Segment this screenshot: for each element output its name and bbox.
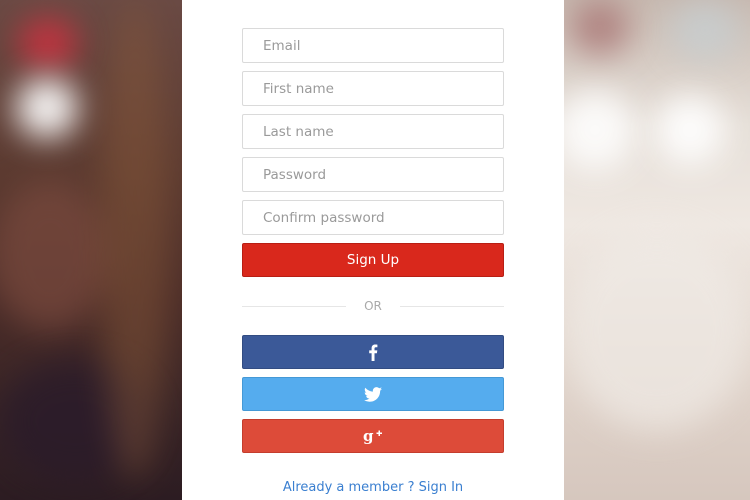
or-text: OR — [364, 299, 382, 313]
facebook-icon — [368, 344, 378, 361]
twitter-icon — [364, 386, 382, 402]
last-name-field[interactable] — [242, 114, 504, 149]
sign-up-button[interactable]: Sign Up — [242, 243, 504, 277]
twitter-signup-button[interactable] — [242, 377, 504, 411]
svg-text:g: g — [363, 428, 374, 444]
facebook-signup-button[interactable] — [242, 335, 504, 369]
bokeh-white-right — [555, 90, 635, 170]
bokeh-rose — [570, 0, 630, 55]
google-plus-signup-button[interactable]: g — [242, 419, 504, 453]
bokeh-red — [18, 18, 78, 68]
sign-in-link[interactable]: Already a member ? Sign In — [242, 480, 504, 495]
divider-line-right — [399, 305, 505, 307]
bokeh-white — [16, 78, 78, 138]
first-name-field[interactable] — [242, 71, 504, 106]
bokeh-amber — [100, 0, 170, 480]
password-field[interactable] — [242, 157, 504, 192]
signup-form: Sign Up OR g — [242, 28, 505, 453]
bokeh-white-far-right — [655, 95, 725, 165]
bokeh-grey — [670, 0, 740, 60]
signup-panel: Sign Up OR g — [182, 0, 564, 500]
email-field[interactable] — [242, 28, 504, 63]
or-divider: OR — [242, 299, 505, 313]
sign-up-label: Sign Up — [346, 252, 400, 268]
google-plus-icon: g — [363, 428, 383, 444]
divider-line-left — [242, 305, 347, 307]
confirm-password-field[interactable] — [242, 200, 504, 235]
bokeh-light — [564, 230, 750, 430]
